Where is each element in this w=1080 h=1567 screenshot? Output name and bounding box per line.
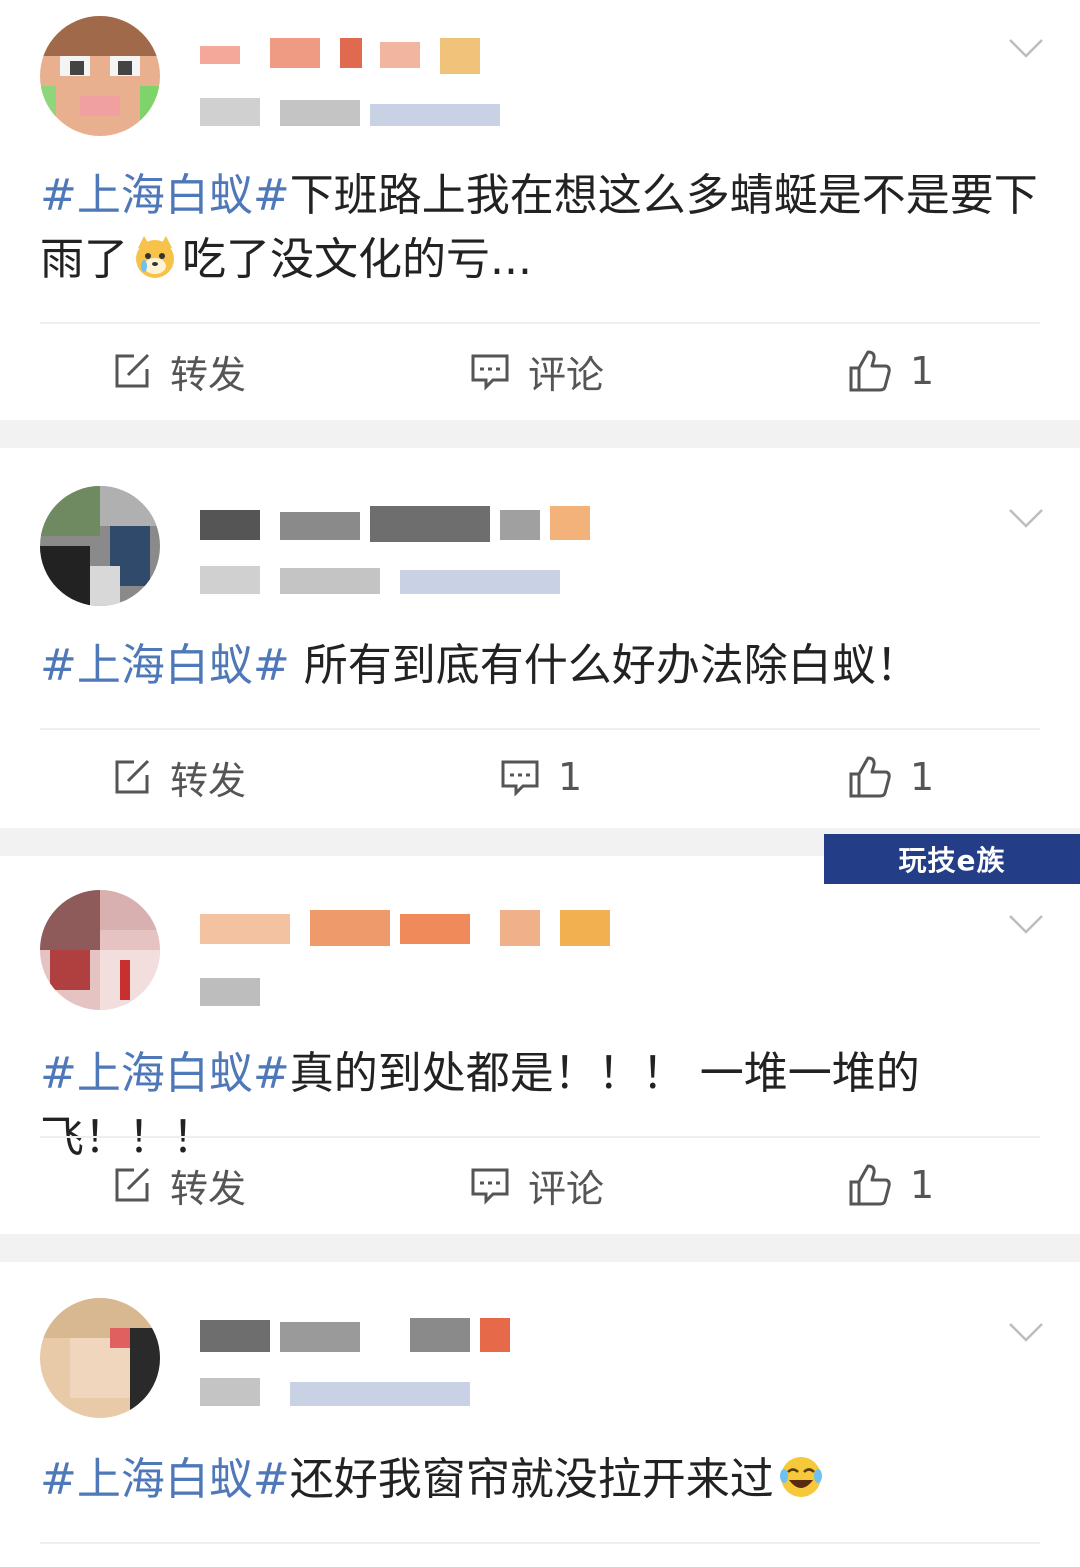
chevron-down-icon[interactable] xyxy=(1008,36,1044,60)
feed-gap xyxy=(0,1234,1080,1262)
repost-button[interactable]: 转发 xyxy=(112,1160,246,1211)
comment-icon xyxy=(501,760,539,797)
comment-icon xyxy=(471,1168,509,1205)
like-button[interactable]: 1 xyxy=(848,752,934,802)
repost-icon xyxy=(115,1167,150,1202)
timestamp-blurred xyxy=(200,96,580,128)
chevron-down-icon[interactable] xyxy=(1008,912,1044,936)
avatar[interactable] xyxy=(40,16,160,136)
dog-crying-emoji-icon xyxy=(136,236,174,278)
divider xyxy=(40,1136,1040,1138)
comment-button[interactable]: 评论 xyxy=(470,1160,604,1211)
hashtag-link[interactable]: #上海白蚁# xyxy=(40,640,290,691)
timestamp-blurred xyxy=(200,1376,580,1408)
watermark-badge: 玩技e族 xyxy=(824,834,1080,884)
timestamp-blurred xyxy=(200,564,580,596)
post-content: #上海白蚁#真的到处都是！！！ 一堆一堆的飞！！！ xyxy=(40,1048,920,1163)
divider xyxy=(40,322,1040,324)
avatar[interactable] xyxy=(40,1298,160,1418)
divider xyxy=(40,728,1040,730)
post-2: #上海白蚁# 所有到底有什么好办法除白蚁！ 转发 1 1 xyxy=(0,448,1080,828)
avatar[interactable] xyxy=(40,486,160,606)
hashtag-link[interactable]: #上海白蚁# xyxy=(40,1454,290,1505)
repost-button[interactable]: 转发 xyxy=(112,752,246,803)
avatar[interactable] xyxy=(40,890,160,1010)
divider xyxy=(40,1542,1040,1544)
username-blurred[interactable] xyxy=(200,910,620,946)
username-blurred[interactable] xyxy=(200,38,620,74)
hashtag-link[interactable]: #上海白蚁# xyxy=(40,1048,290,1099)
repost-icon xyxy=(115,353,150,388)
post-content: #上海白蚁# 所有到底有什么好办法除白蚁！ xyxy=(40,640,920,691)
thumbs-up-icon xyxy=(849,1164,891,1206)
thumbs-up-icon xyxy=(849,350,891,392)
timestamp-blurred xyxy=(200,976,580,1008)
like-button[interactable]: 1 xyxy=(848,346,934,396)
post-content: #上海白蚁#下班路上我在想这么多蜻蜓是不是要下雨了 吃了没文化的亏... xyxy=(40,170,1038,285)
feed-gap xyxy=(0,420,1080,448)
chevron-down-icon[interactable] xyxy=(1008,506,1044,530)
post-4: #上海白蚁#还好我窗帘就没拉开来过 xyxy=(0,1262,1080,1567)
post-3: #上海白蚁#真的到处都是！！！ 一堆一堆的飞！！！ 转发 评论 1 xyxy=(0,856,1080,1234)
chevron-down-icon[interactable] xyxy=(1008,1320,1044,1344)
laughing-crying-emoji-icon xyxy=(779,1457,822,1497)
thumbs-up-icon xyxy=(849,756,891,798)
comment-button[interactable]: 评论 xyxy=(470,346,604,397)
post-1: #上海白蚁#下班路上我在想这么多蜻蜓是不是要下雨了 吃了没文化的亏... 转发 评… xyxy=(0,0,1080,420)
post-content: #上海白蚁#还好我窗帘就没拉开来过 xyxy=(40,1448,1040,1512)
repost-button[interactable]: 转发 xyxy=(112,346,246,397)
repost-icon xyxy=(115,759,150,794)
username-blurred[interactable] xyxy=(200,506,620,542)
hashtag-link[interactable]: #上海白蚁# xyxy=(40,170,290,221)
comment-icon xyxy=(471,354,509,391)
comment-button[interactable]: 1 xyxy=(500,752,582,802)
like-button[interactable]: 1 xyxy=(848,1160,934,1210)
username-blurred[interactable] xyxy=(200,1318,620,1354)
